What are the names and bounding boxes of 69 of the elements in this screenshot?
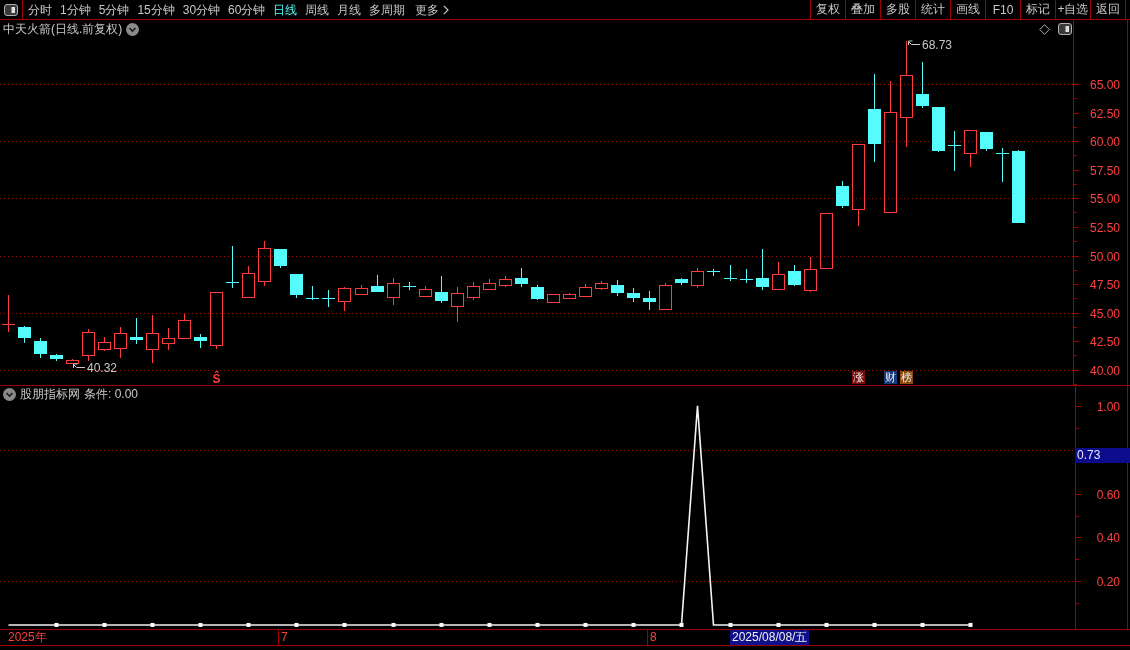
event-badge[interactable]: 涨 xyxy=(852,371,865,384)
panel-toggle-icon[interactable] xyxy=(1058,23,1072,35)
point-marker xyxy=(294,622,299,627)
point-marker xyxy=(246,622,251,627)
period-tab[interactable]: 周线 xyxy=(305,0,330,19)
high-price-label: 68.73 xyxy=(922,37,953,52)
point-marker xyxy=(391,622,396,627)
date-axis-label: 2025年 xyxy=(7,630,47,645)
point-marker xyxy=(342,622,347,627)
price-axis-label: 45.00 xyxy=(1089,307,1120,321)
price-axis-label: 62.50 xyxy=(1089,107,1120,121)
dropdown-chevron-icon[interactable] xyxy=(3,387,16,401)
price-axis-label: 60.00 xyxy=(1089,135,1120,149)
indicator-axis-label: 0.40 xyxy=(1096,531,1120,545)
date-axis-label: 7 xyxy=(278,630,288,645)
cursor-value-label: 0.73 xyxy=(1075,448,1130,463)
indicator-name: 股朋指标网 xyxy=(20,387,80,401)
period-tab[interactable]: 15分钟 xyxy=(137,0,175,19)
period-tab[interactable]: 5分钟 xyxy=(98,0,130,19)
price-axis-label: 65.00 xyxy=(1089,78,1120,92)
point-marker xyxy=(583,622,588,627)
period-tab[interactable]: 1分钟 xyxy=(60,0,91,19)
period-tab[interactable]: 60分钟 xyxy=(228,0,266,19)
more-menu-button[interactable]: 更多 xyxy=(415,0,450,19)
point-marker xyxy=(102,622,107,627)
point-marker xyxy=(728,622,733,627)
point-marker xyxy=(679,622,684,627)
point-marker xyxy=(198,622,203,627)
indicator-axis-label: 0.60 xyxy=(1096,488,1120,502)
price-axis-label: 47.50 xyxy=(1089,278,1120,292)
indicator-axis-label: 0.20 xyxy=(1096,575,1120,589)
point-marker xyxy=(968,622,973,627)
point-marker xyxy=(824,622,829,627)
price-axis-label: 40.00 xyxy=(1089,364,1120,378)
indicator-axis-label: 1.00 xyxy=(1096,400,1120,414)
event-badge[interactable]: 财 xyxy=(884,371,897,384)
point-marker xyxy=(54,622,59,627)
panel-toggle-icon xyxy=(4,3,18,16)
dropdown-chevron-icon[interactable] xyxy=(126,22,140,36)
event-badge[interactable]: 榜 xyxy=(900,371,913,384)
point-marker xyxy=(439,622,444,627)
point-marker xyxy=(776,622,781,627)
point-marker xyxy=(150,622,155,627)
diamond-icon[interactable] xyxy=(1039,23,1050,35)
price-axis-label: 42.50 xyxy=(1089,335,1120,349)
period-tab[interactable]: 多周期 xyxy=(369,0,406,19)
low-price-label: 40.32 xyxy=(87,361,118,375)
point-marker xyxy=(631,622,636,627)
price-axis-label: 55.00 xyxy=(1089,192,1120,206)
period-tab[interactable]: 分时 xyxy=(28,0,52,19)
price-axis-label: 57.50 xyxy=(1089,164,1120,178)
point-marker xyxy=(487,622,492,627)
point-marker xyxy=(872,622,877,627)
chart-title: 中天火箭(日线.前复权) xyxy=(3,22,123,36)
period-tab[interactable]: 日线 xyxy=(273,0,298,19)
toolbar-button[interactable]: +自选 xyxy=(1055,0,1090,19)
pointer-arrow-icon xyxy=(908,40,921,46)
cursor-date-label: 2025/08/08/五 xyxy=(730,630,810,645)
date-axis-label: 8 xyxy=(647,630,657,645)
price-axis-label: 52.50 xyxy=(1089,221,1120,235)
point-marker xyxy=(920,622,925,627)
chevron-right-icon xyxy=(443,4,450,15)
price-axis-label: 50.00 xyxy=(1089,250,1120,264)
point-marker xyxy=(535,622,540,627)
signal-marker: Ŝ xyxy=(212,372,221,386)
period-tab[interactable]: 月线 xyxy=(337,0,362,19)
indicator-readout: 条件: 0.00 xyxy=(84,387,139,401)
pointer-arrow-icon xyxy=(73,363,86,369)
period-tab[interactable]: 30分钟 xyxy=(182,0,221,19)
